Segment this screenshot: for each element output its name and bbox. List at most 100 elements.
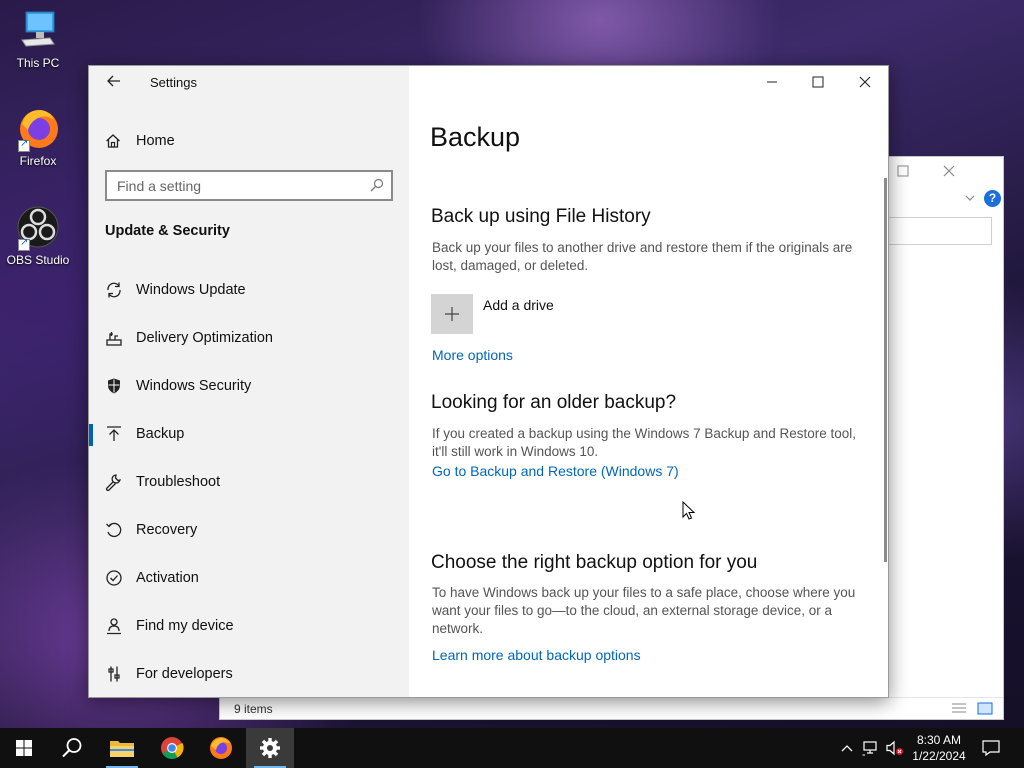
chevron-down-icon[interactable] xyxy=(964,193,976,203)
search-button[interactable] xyxy=(48,728,96,768)
minimize-icon xyxy=(767,81,777,83)
home-icon xyxy=(106,134,120,148)
choose-option-description: To have Windows back up your files to a … xyxy=(432,585,856,636)
taskbar-file-explorer[interactable] xyxy=(98,728,146,768)
shortcut-arrow-icon xyxy=(18,237,30,251)
nav-item-windows-security[interactable]: Windows Security xyxy=(89,362,409,410)
taskbar-chrome[interactable] xyxy=(148,728,196,768)
nav-home-label: Home xyxy=(136,133,175,149)
nav-list: Windows Update Delivery Optimization Win… xyxy=(89,266,409,698)
search-icon xyxy=(370,178,384,192)
nav-item-label: Backup xyxy=(136,426,185,442)
network-icon xyxy=(862,741,877,756)
desktop-icon-obs-studio[interactable]: OBS Studio xyxy=(0,205,76,267)
delivery-optimization-icon xyxy=(105,329,123,347)
nav-item-label: Delivery Optimization xyxy=(136,330,273,346)
file-history-description: Back up your files to another drive and … xyxy=(432,240,853,273)
add-drive-button[interactable] xyxy=(431,294,473,334)
settings-content-pane: Backup Back up using File History Back u… xyxy=(409,66,888,697)
more-options-link[interactable]: More options xyxy=(432,347,513,363)
taskbar-settings[interactable] xyxy=(246,728,294,768)
nav-item-activation[interactable]: Activation xyxy=(89,554,409,602)
nav-item-backup[interactable]: Backup xyxy=(89,410,409,458)
maximize-icon[interactable] xyxy=(897,165,909,177)
item-count: 9 items xyxy=(234,702,273,716)
minimize-button[interactable] xyxy=(749,66,795,98)
nav-item-label: Troubleshoot xyxy=(136,474,221,490)
search-input[interactable] xyxy=(107,172,357,199)
nav-item-label: Activation xyxy=(136,570,199,586)
help-icon[interactable]: ? xyxy=(984,190,1001,207)
older-backup-heading: Looking for an older backup? xyxy=(431,392,677,413)
volume-button[interactable] xyxy=(884,728,906,768)
nav-item-label: Recovery xyxy=(136,522,198,538)
nav-item-find-my-device[interactable]: Find my device xyxy=(89,602,409,650)
volume-muted-icon xyxy=(886,740,903,756)
add-drive-label[interactable]: Add a drive xyxy=(483,297,554,313)
folder-icon xyxy=(110,741,134,757)
show-hidden-icons-button[interactable] xyxy=(838,728,856,768)
developer-tools-icon xyxy=(105,665,123,683)
nav-item-label: Windows Security xyxy=(136,378,252,394)
choose-option-heading: Choose the right backup option for you xyxy=(431,552,758,573)
desktop-icon-label: This PC xyxy=(16,56,60,70)
obs-studio-icon xyxy=(16,205,60,251)
file-history-heading: Back up using File History xyxy=(431,206,651,227)
close-button[interactable] xyxy=(842,66,888,98)
taskbar: 8:30 AM 1/22/2024 xyxy=(0,728,1024,768)
maximize-button[interactable] xyxy=(795,66,841,98)
firefox-icon xyxy=(210,737,232,759)
action-center-icon xyxy=(982,740,1000,756)
back-button[interactable] xyxy=(103,72,125,94)
background-search-box[interactable] xyxy=(888,217,992,245)
backup-and-restore-link[interactable]: Go to Backup and Restore (Windows 7) xyxy=(432,463,679,479)
wrench-icon xyxy=(105,473,123,491)
nav-item-label: Windows Update xyxy=(136,282,246,298)
person-pin-icon xyxy=(105,617,123,635)
windows-logo-icon xyxy=(16,740,32,756)
learn-more-backup-link[interactable]: Learn more about backup options xyxy=(432,647,641,663)
mouse-cursor-icon xyxy=(682,501,696,520)
desktop-icon-firefox[interactable]: Firefox xyxy=(0,106,76,168)
nav-item-label: Find my device xyxy=(136,618,234,634)
plus-icon xyxy=(445,307,459,321)
taskbar-firefox[interactable] xyxy=(197,728,245,768)
settings-navigation-pane: Settings Home Update & Security Windows … xyxy=(89,66,409,697)
nav-item-delivery-optimization[interactable]: Delivery Optimization xyxy=(89,314,409,362)
shortcut-arrow-icon xyxy=(18,138,30,152)
app-title: Settings xyxy=(150,75,197,90)
section-title: Update & Security xyxy=(105,223,230,239)
refresh-icon xyxy=(105,281,123,299)
clock-time: 8:30 AM xyxy=(916,733,962,747)
older-backup-description: If you created a backup using the Window… xyxy=(432,426,856,459)
firefox-icon xyxy=(16,106,60,152)
close-icon xyxy=(859,76,871,88)
maximize-icon xyxy=(812,76,824,88)
back-arrow-icon xyxy=(107,75,120,87)
desktop-icon-label: Firefox xyxy=(19,154,57,168)
start-button[interactable] xyxy=(0,728,48,768)
page-title: Backup xyxy=(430,122,521,152)
shield-icon xyxy=(105,377,123,395)
taskbar-clock[interactable]: 8:30 AM 1/22/2024 xyxy=(905,732,973,764)
nav-item-for-developers[interactable]: For developers xyxy=(89,650,409,698)
large-icons-view-icon[interactable] xyxy=(977,702,993,715)
gear-icon xyxy=(260,738,280,758)
background-window-titlebar xyxy=(887,157,1003,187)
nav-item-label: For developers xyxy=(136,666,233,682)
close-icon[interactable] xyxy=(943,165,955,177)
settings-window[interactable]: Settings Home Update & Security Windows … xyxy=(88,65,889,698)
nav-item-windows-update[interactable]: Windows Update xyxy=(89,266,409,314)
find-setting-search[interactable] xyxy=(105,170,393,201)
network-button[interactable] xyxy=(860,728,882,768)
desktop-icon-this-pc[interactable]: This PC xyxy=(0,8,76,70)
nav-item-troubleshoot[interactable]: Troubleshoot xyxy=(89,458,409,506)
nav-item-recovery[interactable]: Recovery xyxy=(89,506,409,554)
check-circle-icon xyxy=(105,569,123,587)
notifications-button[interactable] xyxy=(978,728,1004,768)
nav-home[interactable]: Home xyxy=(105,129,385,153)
content-scrollbar[interactable] xyxy=(884,178,887,562)
recovery-icon xyxy=(105,521,123,539)
chevron-up-icon xyxy=(841,745,853,752)
details-view-icon[interactable] xyxy=(951,702,967,715)
